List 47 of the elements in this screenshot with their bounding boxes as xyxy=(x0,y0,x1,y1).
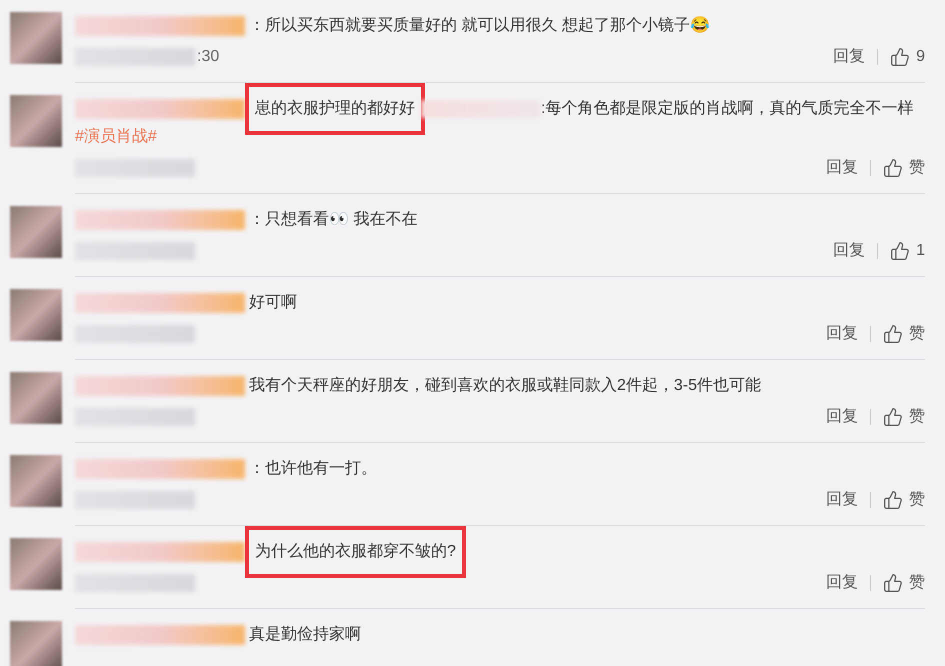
avatar-placeholder[interactable] xyxy=(10,621,62,666)
comment-text: ：只想看看👀 我在不在 xyxy=(249,211,418,228)
thumbs-up-icon xyxy=(883,490,903,510)
reply-button[interactable]: 回复 xyxy=(826,156,858,180)
avatar-placeholder[interactable] xyxy=(10,95,62,147)
avatar-placeholder[interactable] xyxy=(10,455,62,507)
comment-text: 崽的衣服护理的都好好 xyxy=(255,100,415,117)
reply-button[interactable]: 回复 xyxy=(826,571,858,595)
reply-button[interactable]: 回复 xyxy=(833,239,866,263)
thumbs-up-icon xyxy=(883,324,903,344)
comment-text: 为什么他的衣服都穿不皱的? xyxy=(255,543,456,560)
thumbs-up-icon xyxy=(883,573,903,593)
blurred-username[interactable] xyxy=(75,16,245,36)
avatar-placeholder[interactable] xyxy=(10,206,62,258)
reply-button[interactable]: 回复 xyxy=(826,405,858,429)
blurred-username[interactable] xyxy=(75,458,245,479)
comment-text: :每个角色都是限定版的肖战啊，真的气质完全不一样 xyxy=(541,100,914,117)
comment-text: 真是勤俭持家啊 xyxy=(249,626,361,643)
like-button[interactable]: 9 xyxy=(890,45,925,69)
reply-button[interactable]: 回复 xyxy=(826,322,858,346)
reply-button[interactable]: 回复 xyxy=(826,488,858,512)
like-button[interactable]: 赞 xyxy=(883,405,925,429)
blurred-username[interactable] xyxy=(75,210,245,230)
blurred-username[interactable] xyxy=(75,624,245,645)
thumbs-up-icon xyxy=(883,407,903,427)
blurred-username[interactable] xyxy=(75,542,245,562)
avatar-placeholder[interactable] xyxy=(10,12,62,64)
avatar-placeholder[interactable] xyxy=(10,538,62,590)
blurred-username[interactable] xyxy=(75,376,245,396)
comment-text: 我有个天秤座的好朋友，碰到喜欢的衣服或鞋同款入2件起，3-5件也可能 xyxy=(249,377,762,394)
avatar-placeholder[interactable] xyxy=(10,372,62,424)
thumbs-up-icon xyxy=(890,47,910,67)
comment-text: 好可啊 xyxy=(249,294,297,311)
like-button[interactable]: 赞 xyxy=(883,571,925,595)
like-button[interactable]: 赞 xyxy=(883,156,925,180)
comment-text: ：也许他有一打。 xyxy=(249,460,377,477)
thumbs-up-icon xyxy=(890,241,910,261)
like-button[interactable]: 赞 xyxy=(883,322,925,346)
thumbs-up-icon xyxy=(883,158,903,178)
blurred-username[interactable] xyxy=(75,292,245,313)
avatar-placeholder[interactable] xyxy=(10,289,62,341)
reply-button[interactable]: 回复 xyxy=(833,45,866,69)
comment-text: ：所以买东西就要买质量好的 就可以用很久 想起了那个小镜子😂 xyxy=(249,17,710,34)
like-button[interactable]: 赞 xyxy=(883,488,925,512)
like-button[interactable]: 1 xyxy=(890,239,925,263)
timestamp: :30 xyxy=(197,47,220,67)
blurred-username[interactable] xyxy=(75,98,245,119)
